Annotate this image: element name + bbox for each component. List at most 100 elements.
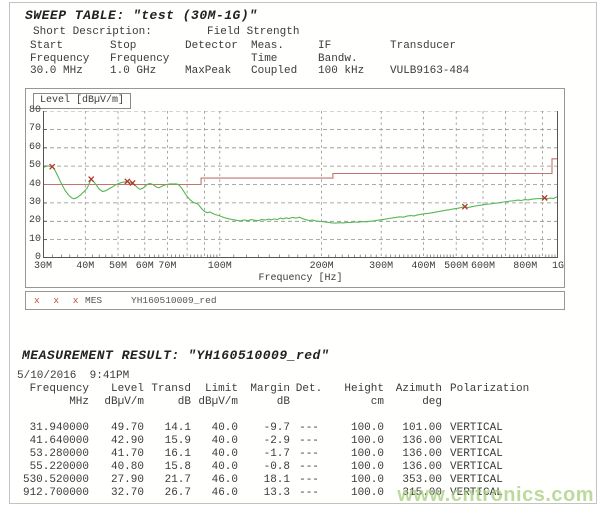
legend-series-label: MES <box>85 292 102 309</box>
result-cell: 26.7 <box>144 487 191 500</box>
result-cell: -1.7 <box>238 448 290 461</box>
sweep-parameters: StartFrequency30.0 MHzStopFrequency1.0 G… <box>25 40 580 78</box>
result-column-header: Level <box>89 383 144 396</box>
sweep-parameter-text: 30.0 MHz <box>30 65 110 78</box>
x-tick-label: 70M <box>147 261 187 272</box>
x-tick-label: 1G <box>538 261 578 272</box>
chart-canvas <box>43 111 558 258</box>
x-tick-label: 30M <box>23 261 63 272</box>
result-column-unit: cm <box>328 396 384 409</box>
x-tick-label: 600M <box>463 261 503 272</box>
result-cell: 16.1 <box>144 448 191 461</box>
result-cell: -2.9 <box>238 435 290 448</box>
result-column-unit <box>442 396 552 409</box>
sweep-parameter-column: Meas.TimeCoupled <box>251 40 318 78</box>
result-cell: 18.1 <box>238 474 290 487</box>
result-cell: 136.00 <box>384 461 442 474</box>
result-cell: VERTICAL <box>442 435 552 448</box>
result-cell: 53.280000 <box>17 448 89 461</box>
result-column-unit <box>290 396 328 409</box>
x-tick-label: 200M <box>302 261 342 272</box>
result-cell: --- <box>290 474 328 487</box>
result-cell: 21.7 <box>144 474 191 487</box>
sweep-parameter-text: Detector <box>185 40 251 53</box>
result-cell: --- <box>290 448 328 461</box>
result-cell: 42.90 <box>89 435 144 448</box>
sweep-parameter-text: IF <box>318 40 390 53</box>
sweep-parameter-column: StartFrequency30.0 MHz <box>30 40 110 78</box>
sweep-parameter-text: Meas. <box>251 40 318 53</box>
table-row: 53.28000041.7016.140.0-1.7---100.0136.00… <box>17 448 552 461</box>
short-description-label: Short Description: <box>33 26 152 38</box>
sweep-parameter-text: VULB9163-484 <box>390 65 580 78</box>
result-cell: 136.00 <box>384 435 442 448</box>
table-header-row: FrequencyLevelTransdLimitMarginDet.Heigh… <box>17 383 552 396</box>
result-cell: -9.7 <box>238 409 290 435</box>
result-cell: --- <box>290 409 328 435</box>
result-cell: 40.0 <box>191 461 238 474</box>
result-cell: 41.640000 <box>17 435 89 448</box>
table-row: 31.94000049.7014.140.0-9.7---100.0101.00… <box>17 409 552 435</box>
result-cell: 41.70 <box>89 448 144 461</box>
measurement-datetime: 5/10/2016 9:41PM <box>17 370 587 382</box>
result-column-header: Azimuth <box>384 383 442 396</box>
sweep-parameter-text: Frequency <box>30 53 110 66</box>
result-column-unit: dBµV/m <box>191 396 238 409</box>
sweep-parameter-column: StopFrequency1.0 GHz <box>110 40 185 78</box>
x-tick-label: 300M <box>361 261 401 272</box>
result-cell: 46.0 <box>191 474 238 487</box>
table-units-row: MHzdBµV/mdBdBµV/mdB cmdeg <box>17 396 552 409</box>
sweep-parameter-column: Detector MaxPeak <box>185 40 251 78</box>
result-cell: 49.70 <box>89 409 144 435</box>
result-column-header: Height <box>328 383 384 396</box>
legend-marker-symbols: x x x <box>34 292 83 309</box>
result-cell: 136.00 <box>384 448 442 461</box>
result-cell: 100.0 <box>328 474 384 487</box>
sweep-parameter-column: Transducer VULB9163-484 <box>390 40 580 78</box>
table-row: 41.64000042.9015.940.0-2.9---100.0136.00… <box>17 435 552 448</box>
y-tick-label: 70 <box>26 124 41 134</box>
sweep-parameter-text: MaxPeak <box>185 65 251 78</box>
result-cell: 40.80 <box>89 461 144 474</box>
result-cell: 27.90 <box>89 474 144 487</box>
y-tick-label: 20 <box>26 216 41 226</box>
measurement-table: FrequencyLevelTransdLimitMarginDet.Heigh… <box>17 383 552 500</box>
result-cell: 101.00 <box>384 409 442 435</box>
y-tick-label: 40 <box>26 180 41 190</box>
chart-legend: x x x MES YH160510009_red <box>25 291 565 310</box>
result-column-unit: dBµV/m <box>89 396 144 409</box>
y-tick-label: 10 <box>26 235 41 245</box>
sweep-parameter-text <box>390 53 580 66</box>
result-column-header: Frequency <box>17 383 89 396</box>
result-column-unit: MHz <box>17 396 89 409</box>
result-column-header: Det. <box>290 383 328 396</box>
sweep-table-title: SWEEP TABLE: "test (30M-1G)" <box>25 8 580 23</box>
table-row: 55.22000040.8015.840.0-0.8---100.0136.00… <box>17 461 552 474</box>
result-column-header: Limit <box>191 383 238 396</box>
sweep-parameter-text: Stop <box>110 40 185 53</box>
result-column-header: Transd <box>144 383 191 396</box>
result-cell: 530.520000 <box>17 474 89 487</box>
sweep-parameter-text: 1.0 GHz <box>110 65 185 78</box>
y-tick-label: 50 <box>26 161 41 171</box>
sweep-parameter-text: Transducer <box>390 40 580 53</box>
result-cell: 100.0 <box>328 435 384 448</box>
result-cell: 40.0 <box>191 409 238 435</box>
result-cell: 13.3 <box>238 487 290 500</box>
result-cell: VERTICAL <box>442 448 552 461</box>
short-description-value: Field Strength <box>207 26 299 38</box>
result-cell: 912.700000 <box>17 487 89 500</box>
result-cell: -0.8 <box>238 461 290 474</box>
result-cell: 40.0 <box>191 448 238 461</box>
x-tick-label: 100M <box>200 261 240 272</box>
chart-plot-area <box>43 111 558 258</box>
result-cell: VERTICAL <box>442 409 552 435</box>
level-chart: Level [dBµV/m] 8070605040302010030M40M50… <box>25 88 565 288</box>
result-cell: 100.0 <box>328 461 384 474</box>
result-cell: 15.9 <box>144 435 191 448</box>
result-cell: 46.0 <box>191 487 238 500</box>
sweep-parameter-text: 100 kHz <box>318 65 390 78</box>
sweep-parameter-text: Start <box>30 40 110 53</box>
result-cell: 100.0 <box>328 448 384 461</box>
result-cell: 55.220000 <box>17 461 89 474</box>
